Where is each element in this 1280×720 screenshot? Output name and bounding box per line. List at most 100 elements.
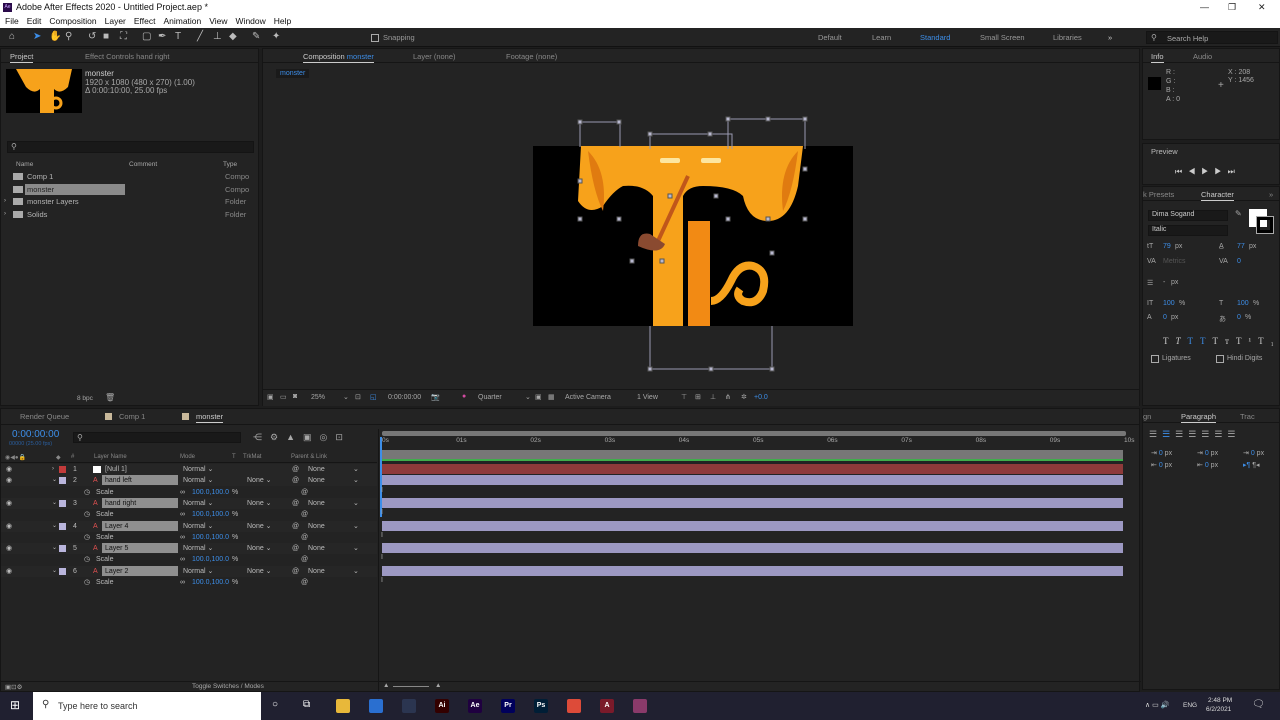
chevron-down-icon[interactable]: ⌄ [353, 464, 359, 475]
workspace-default[interactable]: Default [818, 33, 842, 42]
home-icon[interactable]: ⌂ [9, 31, 15, 42]
layer-row[interactable]: ◉ ⌄ 3 Ahand right Normal ⌄ None ⌄ @ None ⌄ [1, 497, 377, 509]
expand-arrow-icon[interactable]: › [4, 196, 6, 207]
tab-character[interactable]: Character [1201, 190, 1234, 201]
timeline-search-input[interactable]: ⚲ [73, 432, 241, 443]
parent-dropdown[interactable]: None [308, 566, 325, 577]
column-comment[interactable]: Comment [129, 161, 157, 168]
project-item[interactable]: › Solids Folder [1, 209, 258, 220]
project-search-input[interactable]: ⚲ [7, 141, 254, 153]
pen-tool-icon[interactable]: ✒ [158, 31, 166, 42]
parent-dropdown[interactable]: None [308, 498, 325, 509]
maximize-button[interactable]: ❐ [1228, 0, 1236, 15]
workspace-standard[interactable]: Standard [920, 33, 950, 42]
snapping-checkbox[interactable] [371, 34, 379, 42]
winrar-icon[interactable] [633, 699, 647, 713]
trkmat-dropdown[interactable]: None ⌄ [247, 543, 272, 554]
expand-arrow-icon[interactable]: ⌄ [52, 566, 57, 577]
kerning-value[interactable]: Metrics [1163, 258, 1186, 265]
search-help-input[interactable]: ⚲ Search Help [1146, 31, 1278, 44]
label-color[interactable] [59, 466, 66, 473]
notifications-icon[interactable]: 🗨 [1252, 699, 1265, 710]
after-effects-icon[interactable]: Ae [468, 699, 482, 713]
hindi-digits-checkbox[interactable] [1216, 355, 1224, 363]
tab-audio[interactable]: Audio [1193, 52, 1212, 61]
visibility-eye-icon[interactable]: ◉ [6, 566, 12, 577]
hand-tool-icon[interactable]: ✋ [49, 31, 61, 42]
keyframe-marker[interactable]: I [381, 532, 383, 539]
layer-name[interactable]: Layer 2 [102, 565, 178, 576]
ligatures-checkbox[interactable] [1151, 355, 1159, 363]
toggle-view-options-icon[interactable]: ⊤ [681, 393, 687, 401]
tab-effects-presets[interactable]: k Presets [1143, 190, 1174, 199]
text-direction-buttons[interactable]: ▸¶ ¶◂ [1243, 461, 1260, 469]
time-ruler[interactable]: 0s 01s 02s 03s 04s 05s 06s 07s 08s 09s 10s [379, 437, 1134, 449]
reset-exposure-icon[interactable]: ✲ [741, 393, 747, 401]
trkmat-dropdown[interactable]: None ⌄ [247, 521, 272, 532]
font-style-dropdown[interactable]: Italic [1148, 225, 1228, 236]
keyframe-marker[interactable]: I [381, 487, 383, 494]
tab-preview[interactable]: Preview [1151, 147, 1178, 156]
always-preview-icon[interactable]: ▣ [267, 393, 274, 401]
tab-paragraph[interactable]: Paragraph [1181, 412, 1217, 423]
parent-dropdown[interactable]: None [308, 521, 325, 532]
menu-edit[interactable]: Edit [27, 16, 42, 26]
mode-dropdown[interactable]: Normal ⌄ [183, 543, 213, 554]
comp-breadcrumb[interactable]: monster [276, 69, 310, 78]
chevron-down-icon[interactable]: ⌄ [353, 521, 359, 532]
region-of-interest-icon[interactable]: ▣ [535, 393, 542, 401]
cortana-icon[interactable]: ○ [272, 699, 278, 710]
eraser-tool-icon[interactable]: ◆ [229, 31, 237, 42]
layer-row[interactable]: ◉ ⌄ 4 A Layer 4 Normal ⌄ None ⌄ @ None ⌄ [1, 520, 377, 532]
constrain-link-icon[interactable]: ∞ [180, 487, 185, 498]
pick-whip-icon[interactable]: @ [292, 498, 299, 509]
scale-value[interactable]: 100.0,100.0 [192, 509, 229, 520]
keyframe-marker[interactable]: I [381, 509, 383, 516]
brush-tool-icon[interactable]: ╱ [197, 31, 203, 42]
menu-file[interactable]: File [5, 16, 19, 26]
chevron-down-icon[interactable]: ⌄ [353, 543, 359, 554]
task-view-icon[interactable]: ⧉ [303, 699, 310, 710]
chrome-icon[interactable] [567, 699, 581, 713]
file-explorer-icon[interactable] [336, 699, 350, 713]
clock-time[interactable]: 2:48 PM [1208, 697, 1232, 704]
windows-start-icon[interactable]: ⊞ [10, 698, 20, 712]
tab-tracker[interactable]: Trac [1240, 412, 1255, 421]
constrain-link-icon[interactable]: ∞ [180, 554, 185, 565]
tab-render-queue[interactable]: Render Queue [20, 412, 69, 421]
layer-row[interactable]: ◉ › 1 [Null 1] Normal ⌄ @ None ⌄ [1, 464, 377, 475]
stopwatch-icon[interactable]: ◷ [84, 577, 90, 588]
keyframe-marker[interactable]: I [381, 554, 383, 561]
close-button[interactable]: ✕ [1258, 0, 1266, 15]
fast-previews-icon[interactable]: ⋔ [725, 393, 731, 401]
menu-help[interactable]: Help [274, 16, 291, 26]
layer-row[interactable]: ◉ ⌄ 6 A Layer 2 Normal ⌄ None ⌄ @ None ⌄ [1, 565, 377, 577]
justify-buttons[interactable]: ☰☰☰☰☰☰☰ [1149, 429, 1241, 440]
camera-dropdown[interactable]: Active Camera [565, 394, 611, 401]
label-color[interactable] [59, 545, 66, 553]
view-layout-dropdown[interactable]: 1 View [637, 394, 658, 401]
workspace-learn[interactable]: Learn [872, 33, 891, 42]
camera-tool-icon[interactable]: ■ [103, 31, 109, 42]
expand-arrow-icon[interactable]: ⌄ [52, 521, 57, 532]
mode-dropdown[interactable]: Normal ⌄ [183, 475, 213, 486]
language-indicator[interactable]: ENG [1183, 702, 1197, 709]
toggle-switches-modes[interactable]: Toggle Switches / Modes [192, 683, 264, 690]
visibility-eye-icon[interactable]: ◉ [6, 475, 12, 486]
pick-whip-icon[interactable]: @ [292, 521, 299, 532]
snapshot-icon[interactable]: 📷 [431, 393, 440, 401]
zoom-out-icon[interactable]: ▲ [383, 682, 389, 689]
parent-dropdown[interactable]: None [308, 543, 325, 554]
mode-dropdown[interactable]: Normal ⌄ [183, 521, 213, 532]
layer-duration-bar[interactable] [382, 543, 1123, 554]
leading-value[interactable]: 77 [1237, 243, 1245, 250]
menu-layer[interactable]: Layer [105, 16, 126, 26]
stroke-width-value[interactable]: - [1163, 279, 1165, 286]
clock-date[interactable]: 6/2/2021 [1206, 706, 1231, 713]
roto-brush-icon[interactable]: ✎ [252, 31, 260, 42]
mode-dropdown[interactable]: Normal ⌄ [183, 498, 213, 509]
chevron-down-icon[interactable]: ⌄ [525, 393, 531, 401]
constrain-link-icon[interactable]: ∞ [180, 532, 185, 543]
expand-arrow-icon[interactable]: › [52, 464, 54, 475]
work-area-bar[interactable] [382, 431, 1126, 436]
